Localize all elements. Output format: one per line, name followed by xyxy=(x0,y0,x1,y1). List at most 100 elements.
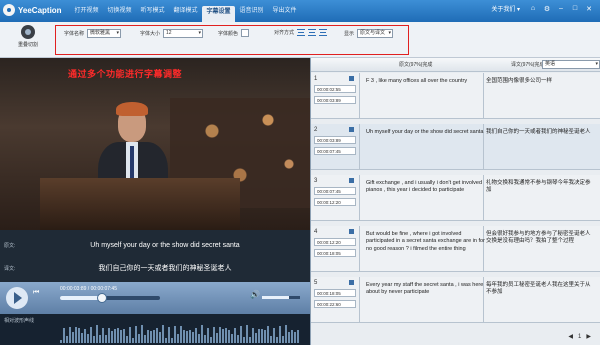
waveform-bar xyxy=(114,328,116,343)
about-menu[interactable]: 关于我们 ▾ xyxy=(491,4,520,13)
video-player[interactable]: 通过多个功能进行字幕调整 xyxy=(0,58,310,230)
waveform-bar xyxy=(264,329,266,343)
menu-item-dictation[interactable]: 听写模式 xyxy=(136,6,169,22)
title-bar: YeeCaption 打开视频 切换视频 听写模式 翻译模式 字幕设置 语音识别… xyxy=(0,0,600,22)
entry-mark-icon[interactable] xyxy=(349,280,354,285)
entry-end-time[interactable]: 00:00:18:05 xyxy=(314,249,356,257)
entry-start-time[interactable]: 00:00:02:55 xyxy=(314,85,356,93)
split-button[interactable]: 重叠切割 xyxy=(8,25,48,48)
menu-item-switch-video[interactable]: 切换视频 xyxy=(103,6,136,22)
subtitle-entry[interactable]: 3 00:00:07:45 00:00:12:20 Gift exchange … xyxy=(311,175,600,221)
menu-item-open-video[interactable]: 打开视频 xyxy=(70,6,103,22)
maximize-icon[interactable]: □ xyxy=(568,5,582,12)
waveform-bar xyxy=(246,324,248,343)
progress-knob[interactable] xyxy=(97,293,107,303)
entry-original-text[interactable]: Uh myself your day or the show did secre… xyxy=(366,129,486,136)
subtitle-entry[interactable]: 1 00:00:02:55 00:00:03:89 F 3 , like man… xyxy=(311,73,600,119)
entry-mark-icon[interactable] xyxy=(349,76,354,81)
waveform-bar xyxy=(243,336,245,343)
playback-controls: ⏮ 00:00:03:89 / 00:00:07:45 🔊 xyxy=(0,282,310,314)
font-name-select[interactable]: 微软雅黑 xyxy=(87,29,122,38)
entry-translation-text[interactable]: 我们自己你的一天或者我们的神秘圣诞老人 xyxy=(486,129,594,136)
play-button[interactable] xyxy=(6,287,28,309)
entry-translation-text[interactable]: 礼物交换和我通常不参与钢琴今年我决定参加 xyxy=(486,180,594,195)
entry-start-time[interactable]: 00:00:07:45 xyxy=(314,187,356,195)
waveform-bar xyxy=(72,331,74,343)
waveform-bar xyxy=(237,335,239,343)
entry-original-text[interactable]: F 3 , like many offices all over the cou… xyxy=(366,78,486,85)
menu-item-translate[interactable]: 翻译模式 xyxy=(169,6,202,22)
minimize-icon[interactable]: – xyxy=(554,5,568,12)
entry-start-time[interactable]: 00:00:12:20 xyxy=(314,238,356,246)
waveform-bar xyxy=(168,327,170,343)
font-color-group: 字体颜色 xyxy=(218,29,250,37)
window-controls: 关于我们 ▾ ⌂ ⚙ – □ ✕ xyxy=(491,4,596,13)
subtitle-list-panel: 原文(97%)完成 译文(97%)完成 英语 1 00:00:02:55 00:… xyxy=(310,58,600,345)
entry-mark-icon[interactable] xyxy=(349,229,354,234)
waveform-bar xyxy=(291,329,293,343)
home-icon[interactable]: ⌂ xyxy=(526,5,540,12)
waveform-bar xyxy=(123,329,125,343)
entry-start-time[interactable]: 00:00:03:89 xyxy=(314,136,356,144)
waveform-panel[interactable]: 相对波形声线 xyxy=(0,314,310,345)
pager-page[interactable]: 1 xyxy=(578,334,581,340)
entry-end-time[interactable]: 00:00:03:89 xyxy=(314,96,356,104)
close-icon[interactable]: ✕ xyxy=(582,5,596,13)
font-color-swatch[interactable] xyxy=(241,29,250,37)
menu-item-speech-recognition[interactable]: 语音识别 xyxy=(235,6,268,22)
entry-end-time[interactable]: 00:00:22:60 xyxy=(314,300,356,308)
entry-end-time[interactable]: 00:00:07:45 xyxy=(314,147,356,155)
entry-original-text[interactable]: But would be fine , where i got involved… xyxy=(366,231,486,253)
waveform-bar xyxy=(111,331,113,343)
subtitle-entry[interactable]: 4 00:00:12:20 00:00:18:05 But would be f… xyxy=(311,226,600,272)
entry-start-time[interactable]: 00:00:18:05 xyxy=(314,289,356,297)
host-tie xyxy=(130,146,134,178)
subtitle-entry[interactable]: 5 00:00:18:05 00:00:22:60 Every year my … xyxy=(311,277,600,323)
entry-time-box: 00:00:18:05 00:00:22:60 xyxy=(314,289,356,311)
display-select[interactable]: 原文与译文 xyxy=(357,29,394,38)
entry-end-time[interactable]: 00:00:12:20 xyxy=(314,198,356,206)
volume-slider[interactable] xyxy=(262,296,300,299)
waveform-bar xyxy=(129,326,131,343)
translation-progress-header: 译文(97%)完成 xyxy=(511,62,545,68)
entry-translation-text[interactable]: 每年我的员工秘密圣诞老人我在这里关于从不参加 xyxy=(486,282,594,297)
entry-mark-icon[interactable] xyxy=(349,178,354,183)
subtitle-entry[interactable]: 2 00:00:03:89 00:00:07:45 Uh myself your… xyxy=(311,124,600,170)
entry-number: 1 xyxy=(314,76,318,82)
entry-original-text[interactable]: Every year my staff the secret santa , i… xyxy=(366,282,486,297)
entry-translation-text[interactable]: 全国范围内像很多公司一样 xyxy=(486,78,594,85)
pager: ◀ 1 ▶ xyxy=(311,328,600,345)
waveform-bar xyxy=(180,326,182,343)
volume-icon[interactable]: 🔊 xyxy=(250,290,260,299)
entry-time-box: 00:00:03:89 00:00:07:45 xyxy=(314,136,356,158)
app-name: YeeCaption xyxy=(18,5,62,15)
menu-item-subtitle-settings[interactable]: 字幕设置 xyxy=(202,6,235,22)
entry-original-text[interactable]: Gift exchange , and i usually i don't ge… xyxy=(366,180,486,195)
entry-time-box: 00:00:12:20 00:00:18:05 xyxy=(314,238,356,260)
waveform-bar xyxy=(210,337,212,343)
language-select[interactable]: 英语 xyxy=(542,60,600,69)
entry-mark-icon[interactable] xyxy=(349,127,354,132)
font-size-select[interactable]: 12 xyxy=(163,29,204,38)
progress-track[interactable] xyxy=(60,293,160,303)
align-center-icon[interactable] xyxy=(308,29,317,36)
pager-prev-icon[interactable]: ◀ xyxy=(568,333,573,340)
align-right-icon[interactable] xyxy=(319,29,328,36)
waveform-bar xyxy=(156,327,158,343)
step-back-icon[interactable]: ⏮ xyxy=(33,289,45,307)
font-color-label: 字体颜色 xyxy=(218,30,239,37)
original-subtitle-row: 原文: Uh myself your day or the show did s… xyxy=(0,236,310,254)
pager-next-icon[interactable]: ▶ xyxy=(586,333,591,340)
waveform-bar xyxy=(153,330,155,343)
subtitle-list-header: 原文(97%)完成 译文(97%)完成 英语 xyxy=(311,58,600,72)
waveform-bar xyxy=(279,326,281,343)
align-left-icon[interactable] xyxy=(297,29,306,36)
logo-icon xyxy=(3,4,15,16)
font-name-label: 字体名称 xyxy=(64,31,85,37)
waveform-bar xyxy=(66,335,68,343)
waveform-bar xyxy=(69,327,71,343)
menu-item-export[interactable]: 导出文件 xyxy=(268,6,301,22)
settings-icon[interactable]: ⚙ xyxy=(540,5,554,13)
entry-number: 3 xyxy=(314,178,318,184)
entry-translation-text[interactable]: 但会很好我参与的地方参与了秘密圣诞老人交换是没有理由吗？我拍了整个过程 xyxy=(486,231,594,246)
